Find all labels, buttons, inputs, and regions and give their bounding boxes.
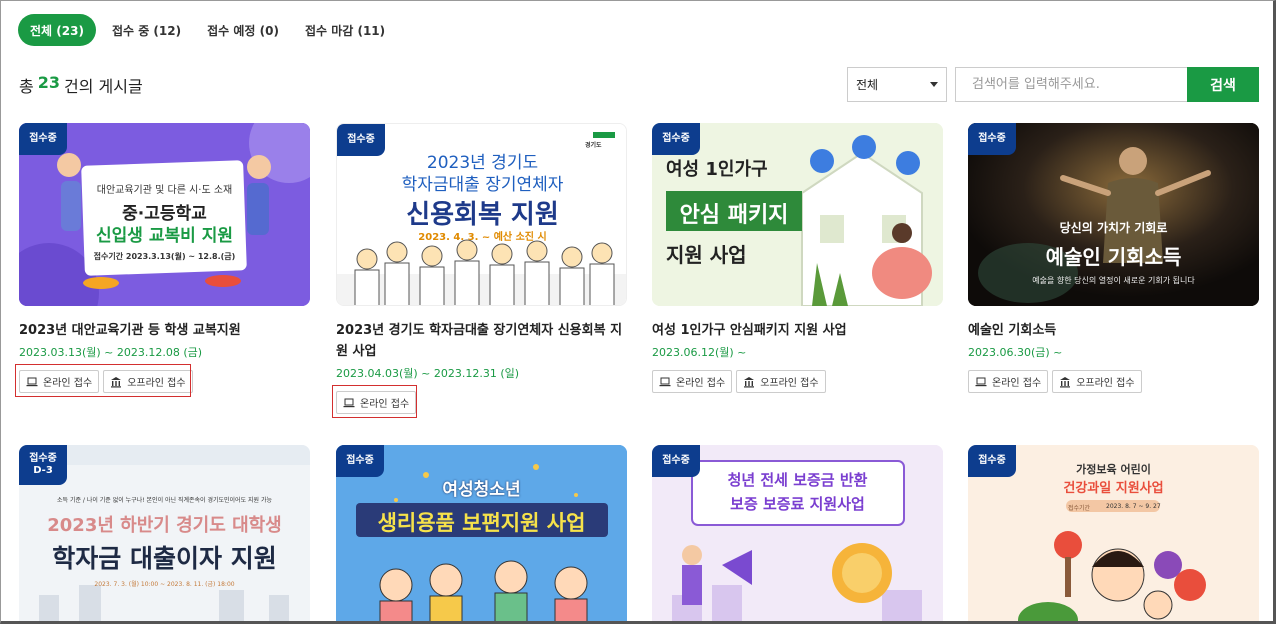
post-count-suffix: 건의 게시글: [64, 77, 143, 96]
card-thumbnail[interactable]: 접수중 여성 1인가구 안심 패키지 지원 사업: [652, 123, 943, 306]
tab-receiving[interactable]: 접수 중 (12): [102, 14, 191, 46]
thumbnail-text: 여성 1인가구: [666, 159, 768, 180]
thumbnail-text: 생리용품 보편지원 사업: [377, 511, 586, 535]
status-badge: 접수중: [652, 123, 700, 155]
program-card[interactable]: 접수중 여성 1인가구 안심 패키지 지원 사업 여성 1인가구 안심패키지 지…: [652, 123, 943, 393]
search-scope-select[interactable]: 전체: [847, 67, 947, 102]
thumbnail-text: 신용회복 지원: [406, 200, 559, 230]
post-count-prefix: 총: [19, 77, 34, 96]
search-bar: 전체 검색: [847, 67, 1259, 102]
program-card[interactable]: 접수중 대안교육기관 및 다른 시·도 소재 중·고등학교 신입생 교복비 지원…: [19, 123, 310, 393]
laptop-icon: [659, 377, 671, 386]
search-scope-value: 전체: [856, 78, 879, 92]
card-title[interactable]: 2023년 대안교육기관 등 학생 교복지원: [19, 320, 310, 341]
program-card[interactable]: 접수중 당신의 가치가 기회로 예술인 기회소득 예술을 향한 당신의 열정이 …: [968, 123, 1259, 393]
thumbnail-text: 2023. 4. 3. ~ 예산 소진 시: [418, 232, 547, 243]
offline-apply-button[interactable]: 오프라인 접수: [1052, 370, 1142, 393]
card-title[interactable]: 2023년 경기도 학자금대출 장기연체자 신용회복 지원 사업: [336, 320, 627, 362]
status-badge: 접수중: [968, 123, 1016, 155]
thumbnail-text: 2023. 7. 3. (월) 10:00 ~ 2023. 8. 11. (금)…: [94, 581, 235, 588]
program-card[interactable]: 접수중 D-3 소득 기준 / 나이 기준 없이 누구나! 본인이 아닌 직계존…: [19, 445, 310, 621]
online-apply-label: 온라인 접수: [676, 378, 726, 389]
online-apply-button[interactable]: 온라인 접수: [652, 370, 733, 393]
card-title[interactable]: 예술인 기회소득: [968, 320, 1259, 341]
status-badge: 접수중: [336, 445, 384, 477]
laptop-icon: [975, 377, 987, 386]
thumbnail-text: 2023. 8. 7 ~ 9. 27: [1106, 503, 1161, 510]
card-thumbnail[interactable]: 접수중 당신의 가치가 기회로 예술인 기회소득 예술을 향한 당신의 열정이 …: [968, 123, 1259, 306]
thumbnail-text: 예술인 기회소득: [1045, 245, 1182, 269]
thumbnail-text: 대안교육기관 및 다른 시·도 소재: [96, 185, 233, 196]
highlight-box: [332, 385, 417, 418]
thumbnail-text: 학자금 대출이자 지원: [52, 544, 277, 573]
caret-down-icon: [930, 82, 938, 87]
program-card[interactable]: 접수중 청년 전세 보증금 반환 보증 보증료 지원사업: [652, 445, 943, 621]
thumbnail-text: 건강과일 지원사업: [1063, 481, 1164, 496]
search-input[interactable]: [955, 67, 1187, 102]
card-thumbnail[interactable]: 접수중 여성청소년 생리용품 보편지원 사업: [336, 445, 627, 621]
offline-apply-button[interactable]: 오프라인 접수: [736, 370, 826, 393]
online-apply-button[interactable]: 온라인 접수: [968, 370, 1049, 393]
search-button[interactable]: 검색: [1187, 67, 1259, 102]
apply-buttons: 온라인 접수 오프라인 접수: [652, 370, 943, 393]
card-thumbnail[interactable]: 접수중 D-3 소득 기준 / 나이 기준 없이 누구나! 본인이 아닌 직계존…: [19, 445, 310, 621]
dday-label: D-3: [33, 465, 53, 476]
building-icon: [744, 376, 755, 387]
card-date: 2023.06.12(월) ~: [652, 346, 747, 359]
post-count-number: 23: [37, 73, 60, 92]
program-card[interactable]: 접수중 경기도 2023년 경기도 학자금대출 장기연체자 신용회복 지원 20…: [336, 123, 627, 414]
thumbnail-text: 지원 사업: [666, 243, 747, 267]
status-badge: 접수중 D-3: [19, 445, 67, 485]
card-thumbnail[interactable]: 접수중 경기도 2023년 경기도 학자금대출 장기연체자 신용회복 지원 20…: [336, 123, 627, 306]
card-date: 2023.03.13(월) ~ 2023.12.08 (금): [19, 346, 203, 359]
thumbnail-text: 당신의 가치가 기회로: [1059, 221, 1168, 235]
thumbnail-text: 신입생 교복비 지원: [96, 226, 233, 246]
offline-apply-label: 오프라인 접수: [760, 378, 819, 389]
apply-buttons: 온라인 접수 오프라인 접수: [968, 370, 1259, 393]
status-tabs: 전체 (23) 접수 중 (12) 접수 예정 (0) 접수 마감 (11): [18, 14, 395, 46]
post-count: 총 23 건의 게시글: [19, 73, 143, 97]
status-badge: 접수중: [968, 445, 1016, 477]
card-thumbnail[interactable]: 접수중 청년 전세 보증금 반환 보증 보증료 지원사업: [652, 445, 943, 621]
program-card[interactable]: 접수중 가정보육 어린이 건강과일 지원사업 접수기간 2023. 8. 7 ~…: [968, 445, 1259, 621]
card-thumbnail[interactable]: 접수중 대안교육기관 및 다른 시·도 소재 중·고등학교 신입생 교복비 지원…: [19, 123, 310, 306]
thumbnail-text: 접수기간 2023.3.13(월) ~ 12.8.(금): [93, 252, 236, 261]
offline-apply-label: 오프라인 접수: [1076, 378, 1135, 389]
thumbnail-text: 여성청소년: [442, 480, 521, 500]
thumbnail-text: 소득 기준 / 나이 기준 없이 누구나! 본인이 아닌 직계존속이 경기도민이…: [57, 497, 272, 504]
tab-closed[interactable]: 접수 마감 (11): [295, 14, 395, 46]
thumbnail-text: 학자금대출 장기연체자: [401, 175, 564, 195]
status-badge: 접수중: [652, 445, 700, 477]
thumbnail-text: 2023년 하반기 경기도 대학생: [47, 515, 282, 536]
status-badge: 접수중: [19, 123, 67, 155]
status-badge: 접수중: [337, 124, 385, 156]
online-apply-label: 온라인 접수: [992, 378, 1042, 389]
thumbnail-text: 보증 보증료 지원사업: [730, 495, 865, 513]
card-date: 2023.06.30(금) ~: [968, 346, 1063, 359]
thumbnail-text: 예술을 향한 당신의 열정이 새로운 기회가 됩니다: [1032, 276, 1195, 285]
tab-all[interactable]: 전체 (23): [18, 14, 96, 46]
building-icon: [1060, 376, 1071, 387]
card-date: 2023.04.03(월) ~ 2023.12.31 (일): [336, 367, 520, 380]
tab-upcoming[interactable]: 접수 예정 (0): [197, 14, 289, 46]
thumbnail-text: 안심 패키지: [679, 203, 789, 228]
program-card[interactable]: 접수중 여성청소년 생리용품 보편지원 사업: [336, 445, 627, 621]
card-thumbnail[interactable]: 접수중 가정보육 어린이 건강과일 지원사업 접수기간 2023. 8. 7 ~…: [968, 445, 1259, 621]
thumbnail-text: 접수기간: [1068, 505, 1091, 512]
card-title[interactable]: 여성 1인가구 안심패키지 지원 사업: [652, 320, 943, 341]
highlight-box: [15, 364, 191, 397]
page-frame: 전체 (23) 접수 중 (12) 접수 예정 (0) 접수 마감 (11) 총…: [0, 0, 1276, 624]
